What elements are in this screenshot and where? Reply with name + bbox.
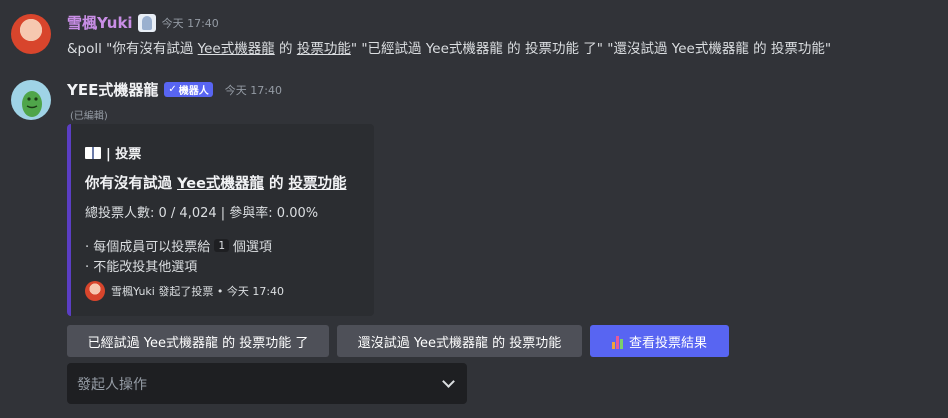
username[interactable]: 雪楓Yuki (67, 12, 133, 33)
embed-title: 你有沒有試過 Yee式機器龍 的 投票功能 (85, 176, 347, 192)
poll-rule-nochange: · 不能改投其他選項 (85, 260, 198, 275)
embed-footer: 雪楓Yuki 發起了投票 • 今天 17:40 (85, 281, 284, 301)
user-badge-icon (137, 13, 156, 32)
bot-avatar[interactable] (11, 80, 51, 120)
chevron-down-icon (442, 374, 455, 388)
message-content: &poll "你有沒有試過 Yee式機器龍 的 投票功能" "已經試過 Yee式… (67, 41, 832, 57)
footer-avatar (85, 281, 105, 301)
poll-option-2-button[interactable]: 還沒試過 Yee式機器龍 的 投票功能 (337, 325, 582, 357)
poll-stats: 總投票人數: 0 / 4,024 | 參與率: 0.00% (85, 206, 319, 221)
poll-embed: | 投票 你有沒有試過 Yee式機器龍 的 投票功能 總投票人數: 0 / 4,… (67, 124, 374, 316)
poll-option-1-button[interactable]: 已經試過 Yee式機器龍 的 投票功能 了 (67, 325, 329, 357)
bot-tag: ✓ 機器人 (164, 82, 213, 97)
poll-rule-votes: · 每個成員可以投票給 1 個選項 (85, 239, 272, 255)
edited-label: (已編輯) (70, 111, 108, 122)
timestamp: 今天 17:40 (161, 16, 219, 30)
bot-username[interactable]: YEE式機器龍 (67, 79, 158, 100)
book-icon (85, 146, 101, 159)
view-results-button[interactable]: 查看投票結果 (590, 325, 729, 357)
timestamp: 今天 17:40 (224, 83, 282, 97)
user-avatar[interactable] (11, 14, 51, 54)
embed-author: | 投票 (85, 143, 141, 162)
initiator-actions-select[interactable]: 發起人操作 (67, 363, 467, 404)
check-icon: ✓ (168, 84, 177, 95)
chart-icon (611, 333, 623, 349)
select-placeholder: 發起人操作 (77, 376, 147, 393)
